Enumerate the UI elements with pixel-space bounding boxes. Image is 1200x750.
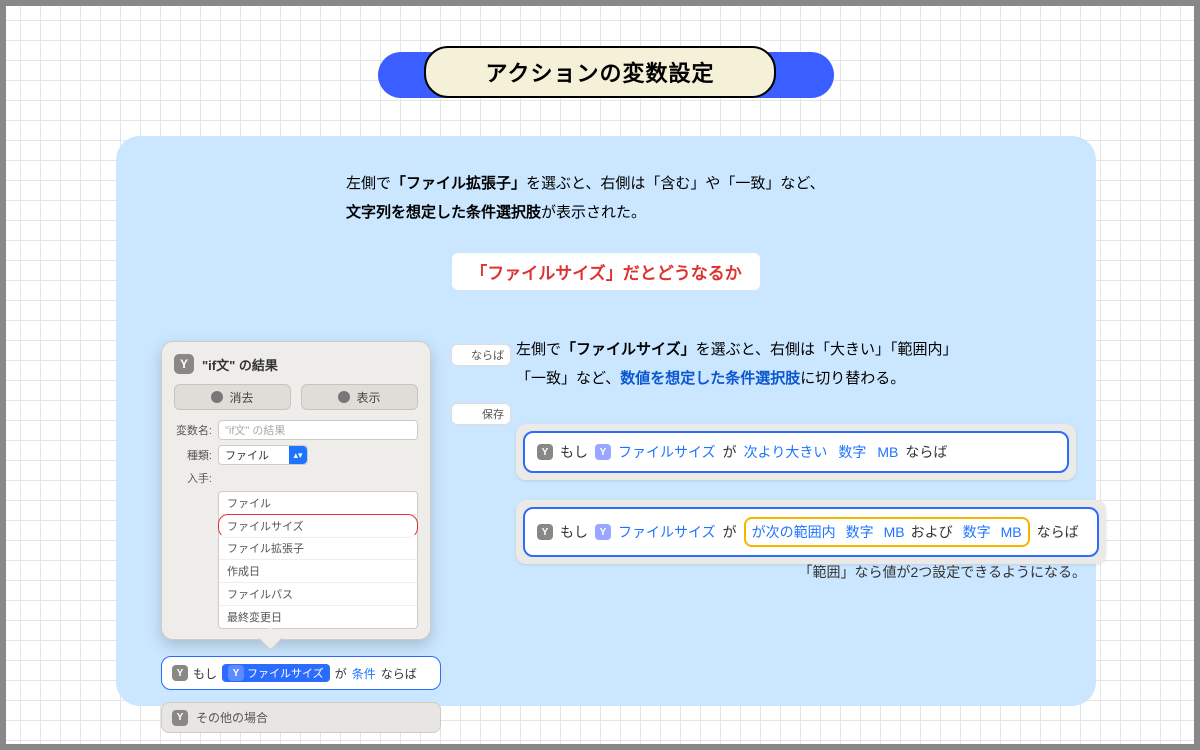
unit-mb[interactable]: MB (1001, 524, 1022, 540)
peek-row-save: 保存 (451, 403, 511, 425)
source-option-ext[interactable]: ファイル拡張子 (219, 537, 417, 560)
source-option-created[interactable]: 作成日 (219, 560, 417, 583)
source-option-modified[interactable]: 最終変更日 (219, 606, 417, 628)
if-condition-row[interactable]: Y もし Yファイルサイズ が 条件 ならば (161, 656, 441, 690)
filesize-token[interactable]: Yファイルサイズ (222, 664, 330, 682)
peek-row-naraba: ならば (451, 344, 511, 366)
unit-mb[interactable]: MB (877, 444, 898, 460)
number-input-1[interactable]: 数字 (842, 521, 878, 543)
branch-icon: Y (228, 665, 244, 681)
variable-name-field[interactable]: "if文" の結果 (218, 420, 418, 440)
condition-placeholder[interactable]: 条件 (352, 665, 376, 682)
section-subheading: 「ファイルサイズ」だとどうなるか (452, 253, 760, 290)
label-source: 入手: (174, 470, 212, 486)
source-option-path[interactable]: ファイルパス (219, 583, 417, 606)
branch-icon: Y (537, 524, 553, 540)
filesize-link[interactable]: ファイルサイズ (618, 522, 716, 542)
eye-icon (338, 391, 350, 403)
source-dropdown[interactable]: ファイル ファイルサイズ ファイル拡張子 作成日 ファイルパス 最終変更日 (218, 491, 418, 629)
page-title: アクションの変数設定 (424, 46, 777, 98)
explainer-panel: 左側で「ファイル拡張子」を選ぶと、右側は「含む」や「一致」など、 文字列を想定し… (116, 136, 1096, 706)
show-button[interactable]: 表示 (301, 384, 418, 410)
variable-popover: Y "if文" の結果 消去 表示 変数名: "if文" の結果 種類: ファイ… (161, 341, 431, 640)
kind-select[interactable]: ファイル ▴▾ (218, 445, 308, 465)
source-option-file[interactable]: ファイル (219, 492, 417, 515)
branch-icon: Y (537, 444, 553, 460)
range-caption: 「範囲」なら値が2つ設定できるようになる。 (798, 562, 1086, 582)
intro-text: 左側で「ファイル拡張子」を選ぶと、右側は「含む」や「一致」など、 文字列を想定し… (346, 170, 1056, 227)
label-kind: 種類: (174, 447, 212, 463)
clear-icon (211, 391, 223, 403)
unit-mb[interactable]: MB (884, 524, 905, 540)
example-greater-than: Y もし Y ファイルサイズ が 次より大きい 数字 MB ならば (516, 424, 1076, 480)
otherwise-row[interactable]: Y その他の場合 (161, 702, 441, 733)
operator-greater[interactable]: 次より大きい (744, 442, 828, 462)
source-option-filesize[interactable]: ファイルサイズ (218, 514, 418, 538)
chevron-updown-icon: ▴▾ (289, 446, 307, 464)
filesize-link[interactable]: ファイルサイズ (618, 442, 716, 462)
operator-range[interactable]: が次の範囲内 (752, 522, 836, 542)
popover-title: "if文" の結果 (202, 355, 278, 374)
number-input-2[interactable]: 数字 (959, 521, 995, 543)
branch-icon: Y (172, 710, 188, 726)
example-range: Y もし Y ファイルサイズ が が次の範囲内 数字 MB および 数字 MB … (516, 500, 1106, 564)
branch-icon: Y (595, 444, 611, 460)
branch-icon: Y (174, 354, 194, 374)
label-variable-name: 変数名: (174, 422, 212, 438)
description-2: 左側で「ファイルサイズ」を選ぶと、右側は「大きい」「範囲内」 「一致」など、数値… (516, 336, 957, 393)
branch-icon: Y (595, 524, 611, 540)
number-input[interactable]: 数字 (834, 441, 870, 463)
clear-button[interactable]: 消去 (174, 384, 291, 410)
branch-icon: Y (172, 665, 188, 681)
range-highlight: が次の範囲内 数字 MB および 数字 MB (744, 517, 1030, 547)
